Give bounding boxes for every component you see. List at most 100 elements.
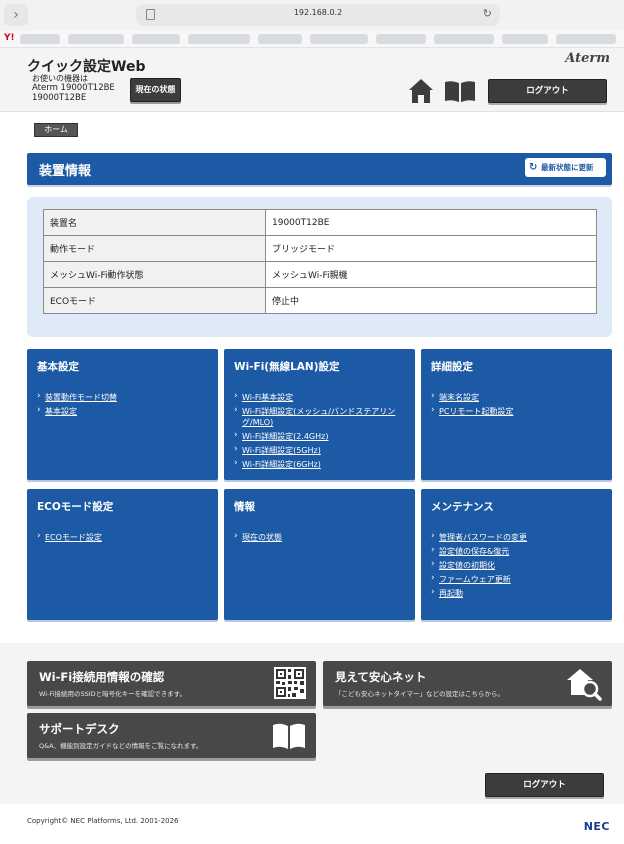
table-row: メッシュWi-Fi動作状態 メッシュWi-Fi親機 [43,261,597,288]
safety-net-button[interactable]: 見えて安心ネット 「こども安心ネットタイマー」などの設定はこちらから。 [323,661,612,706]
link-admin-password[interactable]: 管理者パスワードの変更 [439,533,527,542]
bottom-section: Wi-Fi接続用情報の確認 Wi-Fi接続用のSSIDと暗号化キーを確認できます… [0,643,624,804]
refresh-button[interactable]: ↻ 最新状態に更新 [525,158,606,177]
list-item: PCリモート起動設定 [431,405,602,417]
link-wifi-mesh[interactable]: Wi-Fi詳細設定(メッシュ/バンドステアリング/MLO) [242,407,395,427]
page-header: クイック設定Web お使いの機器は Aterm 19000T12BE 19000… [0,48,624,112]
promo-title: サポートデスク [39,722,120,736]
bookmark-item[interactable] [502,34,548,44]
bookmark-item[interactable] [258,34,302,44]
tile-link-list: 管理者パスワードの変更 設定値の保存&復元 設定値の初期化 ファームウェア更新 … [431,531,602,602]
info-label: 動作モード [43,235,266,262]
promo-description: 「こども安心ネットタイマー」などの設定はこちらから。 [335,690,504,698]
list-item: ファームウェア更新 [431,573,602,585]
bookmark-item[interactable] [310,34,368,44]
link-wifi-6ghz[interactable]: Wi-Fi詳細設定(6GHz) [242,460,321,469]
aterm-logo: Aterm [565,51,610,66]
book-icon [273,723,305,749]
info-value: 停止中 [265,287,597,314]
tile-link-list: 端末名設定 PCリモート起動設定 [431,391,602,420]
bookmark-item[interactable] [20,34,60,44]
bookmark-bar: Y! [0,30,624,48]
list-item: 現在の状態 [234,531,405,543]
link-wifi-5ghz[interactable]: Wi-Fi詳細設定(5GHz) [242,446,321,455]
list-item: 再起動 [431,587,602,599]
link-firmware-update[interactable]: ファームウェア更新 [439,575,511,584]
list-item: Wi-Fi詳細設定(メッシュ/バンドステアリング/MLO) [234,405,405,428]
promo-title: Wi-Fi接続用情報の確認 [39,670,165,684]
info-label: 装置名 [43,209,266,236]
list-item: 設定値の初期化 [431,559,602,571]
link-wifi-24ghz[interactable]: Wi-Fi詳細設定(2.4GHz) [242,432,328,441]
nec-logo: NEC [583,820,610,833]
tile-title: 詳細設定 [431,361,473,373]
bookmark-item[interactable] [68,34,124,44]
promo-description: Q&A、機能別設定ガイドなどの情報をご覧になれます。 [39,742,203,750]
wifi-info-button[interactable]: Wi-Fi接続用情報の確認 Wi-Fi接続用のSSIDと暗号化キーを確認できます… [27,661,316,706]
tile-title: 情報 [234,501,255,513]
table-row: ECOモード 停止中 [43,287,597,314]
tile-link-list: 装置動作モード切替 基本設定 [37,391,208,420]
tile-eco-settings: ECOモード設定 ECOモード設定 [27,489,218,620]
tile-basic-settings: 基本設定 装置動作モード切替 基本設定 [27,349,218,480]
list-item: 基本設定 [37,405,208,417]
link-basic-settings[interactable]: 基本設定 [45,407,77,416]
tile-information: 情報 現在の状態 [224,489,415,620]
table-row: 動作モード ブリッジモード [43,235,597,262]
reload-icon[interactable]: ↻ [483,7,492,20]
browser-back-button[interactable]: › [4,4,28,26]
home-icon[interactable] [408,78,434,104]
info-label: ECOモード [43,287,266,314]
bookmark-item[interactable] [132,34,180,44]
bookmark-item[interactable] [188,34,250,44]
list-item: 管理者パスワードの変更 [431,531,602,543]
bookmark-item[interactable] [556,34,616,44]
support-desk-button[interactable]: サポートデスク Q&A、機能別設定ガイドなどの情報をご覧になれます。 [27,713,316,758]
promo-title: 見えて安心ネット [335,670,427,684]
link-factory-reset[interactable]: 設定値の初期化 [439,561,495,570]
device-name: 19000T12BE [32,93,87,103]
tile-title: ECOモード設定 [37,501,114,513]
link-eco-mode[interactable]: ECOモード設定 [45,533,102,542]
bookmark-item[interactable] [376,34,426,44]
tile-title: メンテナンス [431,501,494,513]
list-item: 装置動作モード切替 [37,391,208,403]
list-item: ECOモード設定 [37,531,208,543]
list-item: Wi-Fi詳細設定(6GHz) [234,458,405,470]
list-item: Wi-Fi詳細設定(5GHz) [234,444,405,456]
manual-book-icon[interactable] [444,80,476,102]
info-label: メッシュWi-Fi動作状態 [43,261,266,288]
list-item: 端末名設定 [431,391,602,403]
breadcrumb-home[interactable]: ホーム [34,123,78,137]
link-backup-restore[interactable]: 設定値の保存&復元 [439,547,509,556]
list-item: 設定値の保存&復元 [431,545,602,557]
logout-button[interactable]: ログアウト [488,79,607,103]
link-current-status[interactable]: 現在の状態 [242,533,282,542]
tile-advanced-settings: 詳細設定 端末名設定 PCリモート起動設定 [421,349,612,480]
bookmark-item[interactable] [434,34,494,44]
list-item: Wi-Fi基本設定 [234,391,405,403]
link-wifi-basic[interactable]: Wi-Fi基本設定 [242,393,293,402]
device-info-panel: 装置名 19000T12BE 動作モード ブリッジモード メッシュWi-Fi動作… [27,197,612,337]
link-device-name[interactable]: 端末名設定 [439,393,479,402]
info-value: 19000T12BE [265,209,597,236]
bookmark-favicon[interactable]: Y! [4,33,15,43]
address-bar[interactable]: 192.168.0.2 ↻ [136,4,500,26]
footer-logout-button[interactable]: ログアウト [485,773,604,797]
tile-link-list: ECOモード設定 [37,531,208,546]
list-item: Wi-Fi詳細設定(2.4GHz) [234,430,405,442]
tile-title: 基本設定 [37,361,79,373]
house-magnifier-icon [567,669,602,701]
url-text: 192.168.0.2 [293,8,343,17]
browser-toolbar: › 192.168.0.2 ↻ [0,0,624,30]
info-value: メッシュWi-Fi親機 [265,261,597,288]
link-pc-remote-wake[interactable]: PCリモート起動設定 [439,407,513,416]
tile-link-list: 現在の状態 [234,531,405,546]
section-header: 装置情報 ↻ 最新状態に更新 [27,153,612,185]
copyright-text: Copyright© NEC Platforms, Ltd. 2001-2026 [27,817,179,825]
current-status-button[interactable]: 現在の状態 [130,78,181,102]
link-reboot[interactable]: 再起動 [439,589,463,598]
info-value: ブリッジモード [265,235,597,262]
section-title: 装置情報 [39,164,92,179]
link-mode-switch[interactable]: 装置動作モード切替 [45,393,117,402]
